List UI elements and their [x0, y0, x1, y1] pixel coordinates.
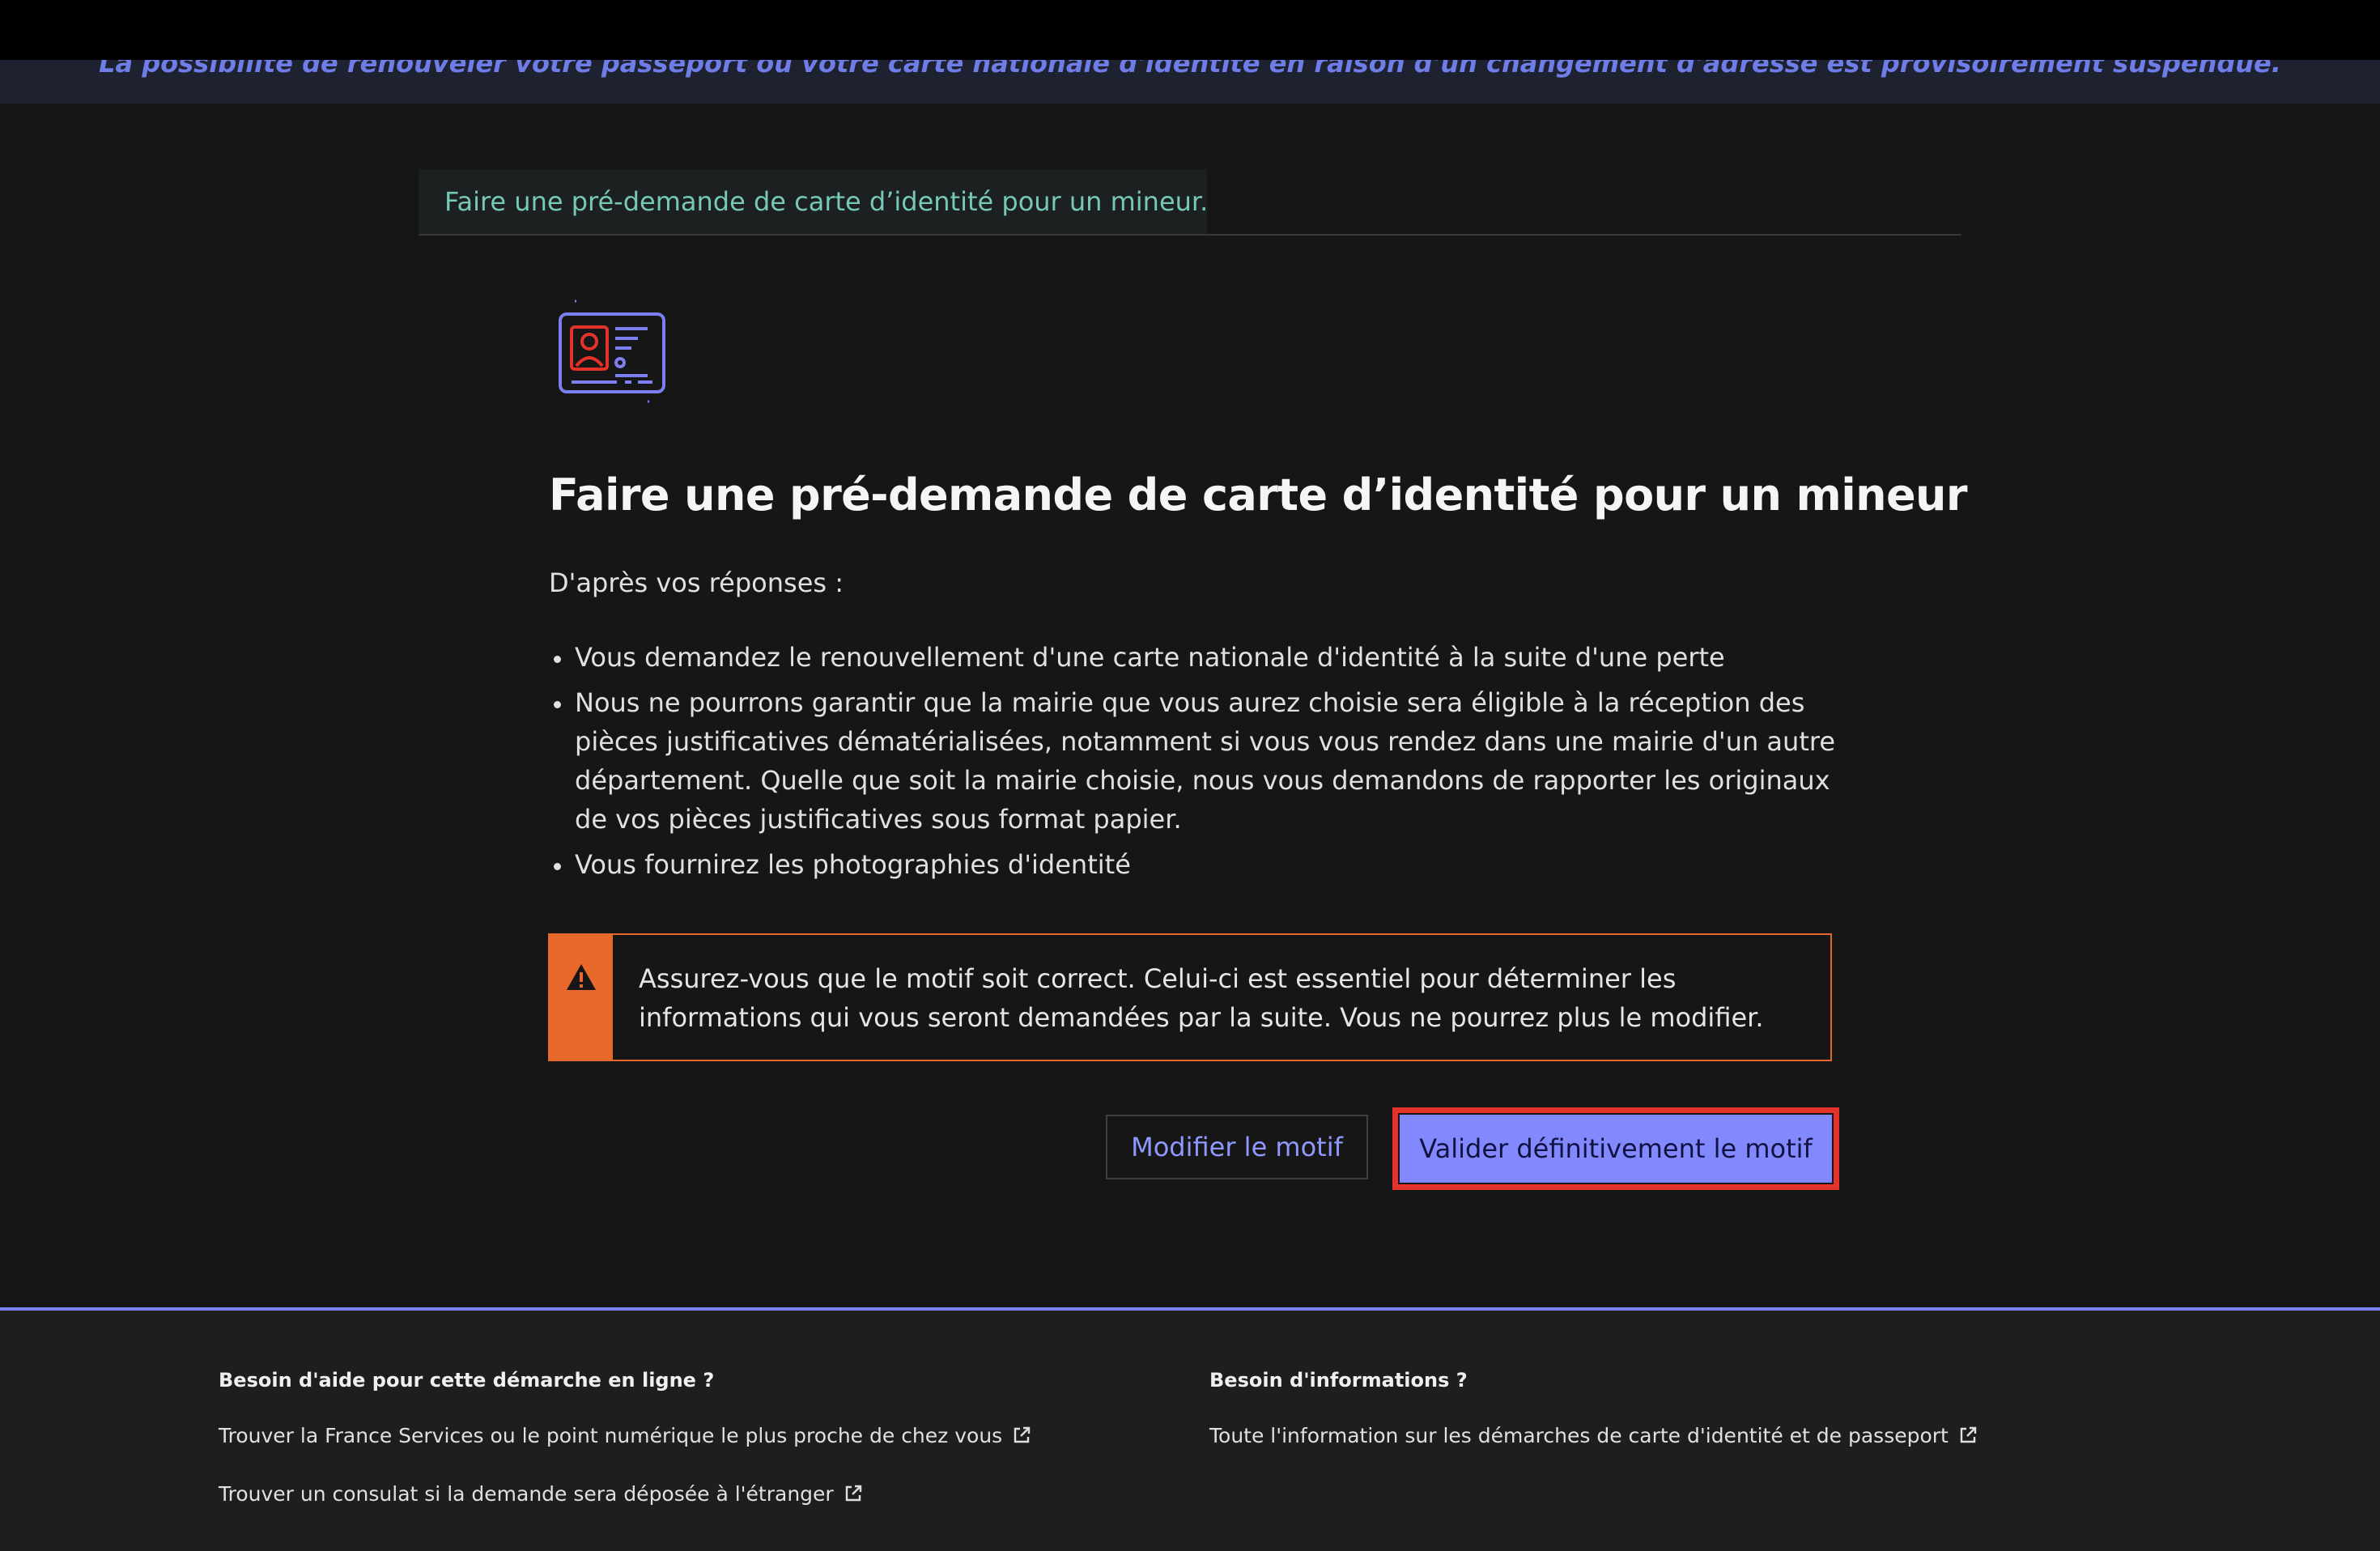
link-label: Trouver la France Services ou le point n… [219, 1424, 1003, 1447]
warning-icon [567, 964, 596, 990]
warning-alert: Assurez-vous que le motif soit correct. … [548, 933, 1832, 1061]
browser-top-bar [0, 0, 2380, 60]
info-demarches-link[interactable]: Toute l'information sur les démarches de… [1209, 1424, 1978, 1447]
breadcrumb-current[interactable]: Faire une pré-demande de carte d’identit… [419, 169, 1208, 234]
answer-item: Vous fournirez les photographies d'ident… [549, 845, 1844, 884]
footer-info-heading: Besoin d'informations ? [1209, 1369, 1468, 1392]
consulat-link[interactable]: Trouver un consulat si la demande sera d… [219, 1482, 863, 1506]
id-card-icon [559, 300, 665, 403]
link-label: Toute l'information sur les démarches de… [1209, 1424, 1949, 1447]
notice-text: La possibilité de renouveler votre passe… [99, 60, 2281, 79]
answer-item: Nous ne pourrons garantir que la mairie … [549, 683, 1844, 839]
breadcrumb-bar: Faire une pré-demande de carte d’identit… [419, 169, 1961, 236]
notice-banner: La possibilité de renouveler votre passe… [0, 60, 2380, 104]
answers-list: Vous demandez le renouvellement d'une ca… [549, 638, 1844, 890]
validate-motif-button[interactable]: Valider définitivement le motif [1400, 1115, 1832, 1183]
footer-help-heading: Besoin d'aide pour cette démarche en lig… [219, 1369, 715, 1392]
modify-motif-button[interactable]: Modifier le motif [1106, 1115, 1368, 1179]
intro-text: D'après vos réponses : [549, 567, 844, 598]
france-services-link[interactable]: Trouver la France Services ou le point n… [219, 1424, 1031, 1447]
link-label: Trouver un consulat si la demande sera d… [219, 1482, 834, 1506]
answer-item: Vous demandez le renouvellement d'une ca… [549, 638, 1844, 677]
page-title: Faire une pré-demande de carte d’identit… [549, 470, 1967, 521]
footer: Besoin d'aide pour cette démarche en lig… [0, 1307, 2380, 1551]
alert-side-bar [550, 935, 613, 1060]
external-link-icon [1014, 1426, 1031, 1443]
external-link-icon [1960, 1426, 1977, 1443]
external-link-icon [845, 1485, 861, 1502]
alert-text: Assurez-vous que le motif soit correct. … [639, 963, 1764, 1033]
